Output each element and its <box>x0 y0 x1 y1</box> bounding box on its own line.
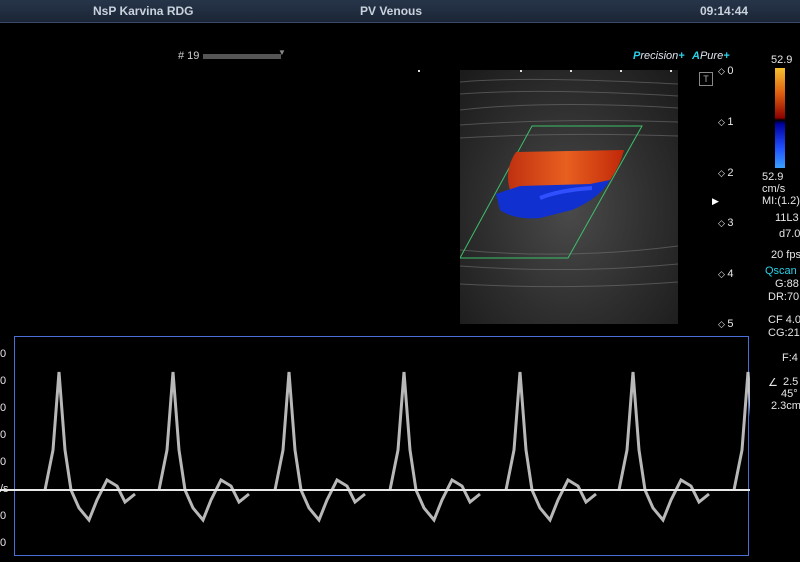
scale-dot <box>418 70 420 72</box>
spectrum-tick: 0 <box>0 375 7 387</box>
color-scale-top-value: 52.9 <box>771 54 793 66</box>
steer-angle: 45° <box>781 388 798 400</box>
cine-slider-handle-icon[interactable]: ▼ <box>278 48 286 57</box>
precision-brand: Precision+ <box>633 50 685 62</box>
clock: 09:14:44 <box>700 4 749 18</box>
color-scale-bar <box>775 68 785 168</box>
spectrum-tick: 0 <box>0 510 7 522</box>
scale-dot <box>570 70 572 72</box>
color-scale-bottom-value: 52.9 <box>762 171 784 183</box>
cine-slider[interactable] <box>203 54 281 59</box>
frame-rate: 20 fps <box>771 249 800 261</box>
spectrum-tick: 0 <box>0 348 7 360</box>
transducer-icon: T <box>699 72 713 86</box>
doppler-spectrum[interactable] <box>14 336 800 556</box>
bmode-color-overlay <box>460 78 678 288</box>
spectrum-tick: 0 <box>0 456 7 468</box>
color-frequency: CF 4.0 <box>768 314 800 326</box>
doppler-peak <box>157 371 250 523</box>
filter-value: F:4 <box>782 352 798 364</box>
doppler-peak <box>504 371 597 523</box>
doppler-peak <box>732 371 800 523</box>
scale-dot <box>620 70 622 72</box>
doppler-peak <box>388 371 481 523</box>
qscan-label: Qscan <box>765 265 797 277</box>
spectrum-tick: 0 <box>0 429 7 441</box>
depth-mark-1: 1 <box>718 116 733 128</box>
doppler-peak <box>43 371 136 523</box>
preset-name: PV Venous <box>360 4 423 18</box>
spectrum-baseline <box>0 489 750 491</box>
depth-value: d7.0 <box>779 228 800 240</box>
hospital-name: NsP Karvina RDG <box>93 4 194 18</box>
depth-mark-0: 0 <box>718 65 733 77</box>
flow-angle-icon: ∠ <box>768 377 778 389</box>
dynamic-range: DR:70 <box>768 291 800 303</box>
scale-dot <box>520 70 522 72</box>
doppler-peak <box>273 371 366 523</box>
color-gain: CG:21 <box>768 327 800 339</box>
color-scale-unit: cm/s <box>762 183 786 195</box>
gate-depth: 2.3cm <box>771 400 800 412</box>
depth-mark-4: 4 <box>718 268 733 280</box>
probe-name: 11L3 <box>775 212 799 224</box>
doppler-waveform <box>43 371 800 523</box>
focus-marker-icon: ▶ <box>712 196 719 206</box>
apure-brand: APure+ <box>692 50 730 62</box>
frame-counter: # 19 <box>178 50 200 62</box>
mechanical-index: MI:(1.2) <box>762 195 800 207</box>
pw-value: 2.5 <box>783 376 799 388</box>
gain-value: G:88 <box>775 278 799 290</box>
spectrum-tick: 0 <box>0 402 7 414</box>
depth-mark-5: 5 <box>718 318 733 330</box>
doppler-peak <box>617 371 710 523</box>
top-bar: NsP Karvina RDG PV Venous 09:14:44 <box>0 0 800 23</box>
spectrum-tick: 0 <box>0 537 7 549</box>
depth-mark-3: 3 <box>718 217 733 229</box>
ultrasound-image[interactable] <box>460 70 678 324</box>
scale-dot <box>670 70 672 72</box>
depth-mark-2: 2 <box>718 167 733 179</box>
